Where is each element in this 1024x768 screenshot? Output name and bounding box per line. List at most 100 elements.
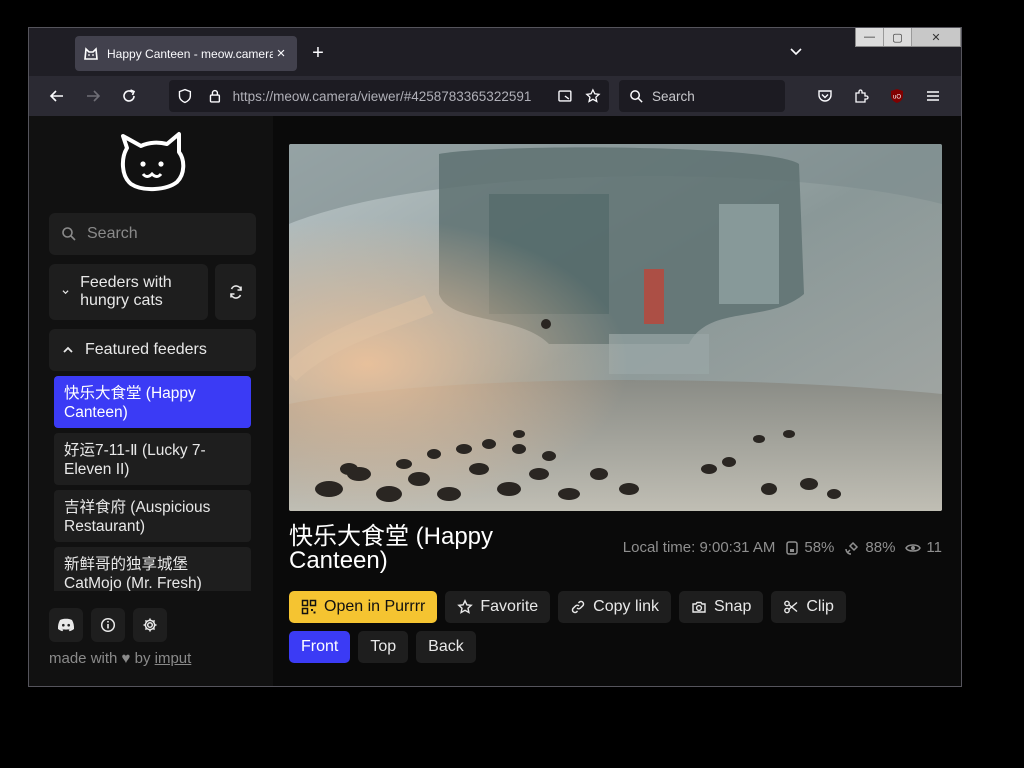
back-button[interactable] — [45, 84, 69, 108]
puzzle-icon — [855, 89, 869, 103]
chevron-down-icon[interactable] — [789, 44, 803, 58]
food-level-value: 58% — [804, 539, 835, 556]
new-tab-button[interactable]: + — [307, 42, 329, 64]
sidebar: Search Feeders with hungry cats Featured… — [29, 116, 273, 686]
chevron-up-icon — [63, 346, 73, 353]
url-text[interactable]: https://meow.camera/viewer/#425878336532… — [233, 89, 550, 104]
meow-camera-logo[interactable] — [117, 130, 189, 198]
feeder-search-placeholder: Search — [87, 225, 138, 242]
feed-title: 快乐大食堂 (Happy Canteen) — [289, 523, 494, 574]
by-text: by — [134, 650, 151, 667]
minimize-button[interactable]: — — [856, 28, 884, 46]
maximize-button[interactable]: ▢ — [884, 28, 912, 46]
qr-code-icon — [301, 599, 317, 615]
tab-strip: Happy Canteen - meow.camera × + — ▢ ✕ — [29, 28, 961, 76]
reload-icon — [123, 89, 136, 102]
info-icon — [100, 617, 116, 633]
refresh-button[interactable] — [215, 264, 256, 320]
scissors-icon — [784, 600, 798, 614]
viewer-actions: Open in Purrrr Favorite Copy link Snap C… — [289, 591, 942, 623]
view-back-button[interactable]: Back — [416, 631, 476, 663]
signal-value: 88% — [865, 539, 896, 556]
page-content: Search Feeders with hungry cats Featured… — [29, 116, 961, 686]
forward-button[interactable] — [81, 84, 105, 108]
reader-view-icon[interactable] — [557, 88, 573, 104]
copy-link-label: Copy link — [593, 598, 659, 615]
camera-view-selector: Front Top Back — [289, 631, 942, 663]
pocket-icon — [818, 90, 832, 102]
satellite-icon — [845, 541, 859, 555]
nav-bar: https://meow.camera/viewer/#425878336532… — [29, 76, 961, 116]
pocket-button[interactable] — [813, 84, 837, 108]
view-front-button[interactable]: Front — [289, 631, 351, 663]
discord-icon — [57, 618, 75, 632]
snap-button[interactable]: Snap — [678, 591, 764, 623]
ublock-icon: uO — [891, 89, 903, 103]
eye-icon — [905, 543, 922, 552]
feeder-group-label: Feeders with hungry cats — [80, 274, 172, 309]
feeder-group-selector[interactable]: Feeders with hungry cats — [49, 264, 208, 320]
camera-video-feed[interactable] — [289, 144, 942, 511]
svg-text:uO: uO — [893, 95, 901, 101]
hamburger-menu-icon — [927, 91, 939, 101]
feeder-item[interactable]: 好运7-11-Ⅱ (Lucky 7-Eleven II) — [54, 433, 251, 485]
settings-button[interactable] — [133, 608, 167, 642]
viewer-panel: 快乐大食堂 (Happy Canteen) Local time: 9:00:3… — [289, 144, 942, 663]
lock-icon[interactable] — [207, 88, 223, 104]
browser-search-bar[interactable]: Search — [619, 80, 785, 112]
favorite-label: Favorite — [480, 598, 539, 615]
author-link[interactable]: imput — [155, 650, 192, 667]
viewers-count: 11 — [926, 539, 942, 556]
arrow-right-icon — [87, 90, 101, 102]
feeder-search-input[interactable]: Search — [49, 213, 256, 255]
reload-button[interactable] — [117, 84, 141, 108]
browser-search-placeholder: Search — [652, 88, 695, 104]
featured-feeders-label: Featured feeders — [85, 341, 207, 358]
open-in-purrrr-button[interactable]: Open in Purrrr — [289, 591, 438, 623]
copy-link-button[interactable]: Copy link — [558, 591, 671, 623]
favorite-button[interactable]: Favorite — [445, 591, 551, 623]
chevron-down-icon — [62, 290, 69, 295]
featured-feeders-toggle[interactable]: Featured feeders — [49, 329, 256, 371]
feed-stats: Local time: 9:00:31 AM 58% 88% 11 — [623, 539, 942, 556]
window-controls: — ▢ ✕ — [855, 28, 961, 47]
signal-stat: 88% — [844, 539, 895, 556]
cat-favicon-icon — [83, 46, 99, 62]
bookmark-star-icon[interactable] — [585, 88, 601, 104]
heart-icon: ♥ — [121, 650, 131, 667]
made-with-text: made with — [49, 650, 118, 667]
open-in-purrrr-label: Open in Purrrr — [324, 598, 426, 615]
url-bar[interactable]: https://meow.camera/viewer/#425878336532… — [169, 80, 609, 112]
ublock-button[interactable]: uO — [885, 84, 909, 108]
search-icon — [62, 227, 76, 241]
camera-icon — [692, 601, 706, 613]
feeder-item[interactable]: 吉祥食府 (Auspicious Restaurant) — [54, 490, 251, 542]
storage-icon — [786, 540, 799, 555]
clip-label: Clip — [806, 598, 834, 615]
search-icon — [630, 89, 643, 103]
menu-button[interactable] — [921, 84, 945, 108]
clip-button[interactable]: Clip — [771, 591, 846, 623]
discord-button[interactable] — [49, 608, 83, 642]
close-tab-icon[interactable]: × — [273, 45, 289, 62]
star-icon — [457, 599, 474, 614]
made-with-credit: made with ♥ by imput — [49, 650, 191, 667]
feed-info-row: 快乐大食堂 (Happy Canteen) Local time: 9:00:3… — [289, 523, 942, 585]
tab-title: Happy Canteen - meow.camera — [107, 46, 273, 61]
browser-tab[interactable]: Happy Canteen - meow.camera × — [75, 36, 297, 71]
food-level-stat: 58% — [785, 539, 834, 556]
arrow-left-icon — [49, 90, 63, 102]
feeder-item[interactable]: 快乐大食堂 (Happy Canteen) — [54, 376, 251, 428]
extensions-button[interactable] — [849, 84, 873, 108]
feeder-item[interactable]: 新鲜哥的独享城堡 CatMojo (Mr. Fresh) — [54, 547, 251, 591]
local-time: Local time: 9:00:31 AM — [622, 539, 776, 556]
shield-icon[interactable] — [177, 88, 193, 104]
browser-window: Happy Canteen - meow.camera × + — ▢ ✕ ht… — [28, 27, 962, 687]
snap-label: Snap — [713, 598, 752, 615]
close-window-button[interactable]: ✕ — [912, 28, 960, 46]
feeder-list: 快乐大食堂 (Happy Canteen) 好运7-11-Ⅱ (Lucky 7-… — [54, 376, 251, 591]
sidebar-footer-buttons — [49, 608, 167, 642]
view-top-button[interactable]: Top — [358, 631, 409, 663]
link-icon — [571, 600, 585, 614]
info-button[interactable] — [91, 608, 125, 642]
